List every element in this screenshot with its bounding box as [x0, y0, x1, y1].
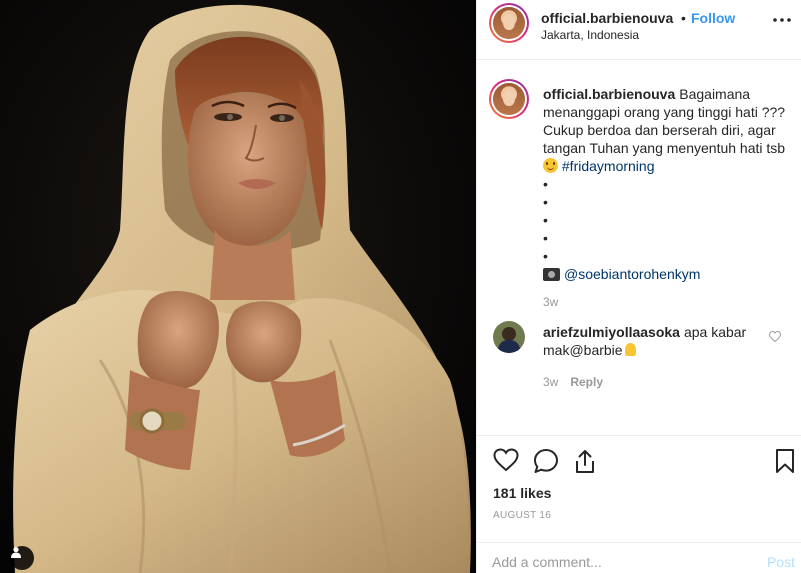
caption-timestamp[interactable]: 3w — [543, 295, 558, 309]
author-username[interactable]: official.barbienouva — [541, 10, 673, 26]
share-icon[interactable] — [573, 448, 597, 474]
add-comment-row: Post — [477, 542, 801, 573]
smile-emoji-icon — [543, 158, 558, 173]
caption-credit: @soebiantorohenkym — [543, 265, 793, 283]
post-header: official.barbienouva • Follow Jakarta, I… — [477, 0, 801, 60]
pray-emoji-icon — [623, 342, 638, 357]
post-caption: official.barbienouva Bagaimana menanggapi… — [543, 85, 793, 283]
caption-bullet: • — [543, 248, 548, 264]
post-details-panel: official.barbienouva • Follow Jakarta, I… — [476, 0, 801, 573]
camera-emoji-icon — [543, 268, 560, 281]
caption-hashtag[interactable]: #fridaymorning — [562, 158, 655, 174]
caption-username[interactable]: official.barbienouva — [543, 86, 675, 102]
heart-icon[interactable] — [493, 448, 519, 472]
caption-bullet: • — [543, 230, 548, 246]
like-comment-heart-icon[interactable] — [769, 331, 781, 342]
post-date[interactable]: AUGUST 16 — [493, 510, 551, 521]
follow-button[interactable]: Follow — [691, 10, 735, 26]
comment-bubble-icon[interactable] — [533, 448, 559, 474]
caption-bullet: • — [543, 194, 548, 210]
caption-author-avatar[interactable] — [489, 79, 529, 119]
post-location[interactable]: Jakarta, Indonesia — [541, 28, 639, 42]
post-comment-button[interactable]: Post — [767, 554, 795, 570]
caption-bullet: • — [543, 176, 548, 192]
author-avatar[interactable] — [489, 3, 529, 43]
comment-meta: 3w Reply — [543, 375, 603, 389]
comment: ariefzulmiyollaasoka apa kabar mak@barbie — [543, 323, 763, 359]
commenter-avatar[interactable] — [493, 321, 525, 353]
caption-bullet: • — [543, 212, 548, 228]
user-tag-button[interactable] — [10, 546, 34, 570]
commenter-username[interactable]: ariefzulmiyollaasoka — [543, 324, 680, 340]
post-actions: 181 likes AUGUST 16 Post — [477, 435, 801, 573]
post-photo[interactable] — [0, 0, 476, 573]
reply-button[interactable]: Reply — [570, 375, 603, 389]
bookmark-icon[interactable] — [775, 448, 795, 474]
likes-count[interactable]: 181 likes — [493, 485, 551, 501]
separator-dot: • — [681, 10, 686, 26]
add-comment-input[interactable] — [492, 552, 732, 572]
comments-section[interactable]: official.barbienouva Bagaimana menanggapi… — [477, 61, 801, 434]
more-horizontal-icon[interactable] — [773, 18, 791, 22]
post-photo-image — [0, 0, 476, 573]
comment-timestamp[interactable]: 3w — [543, 375, 558, 389]
user-tag-icon — [11, 547, 21, 558]
caption-mention[interactable]: @soebiantorohenkym — [564, 266, 700, 282]
